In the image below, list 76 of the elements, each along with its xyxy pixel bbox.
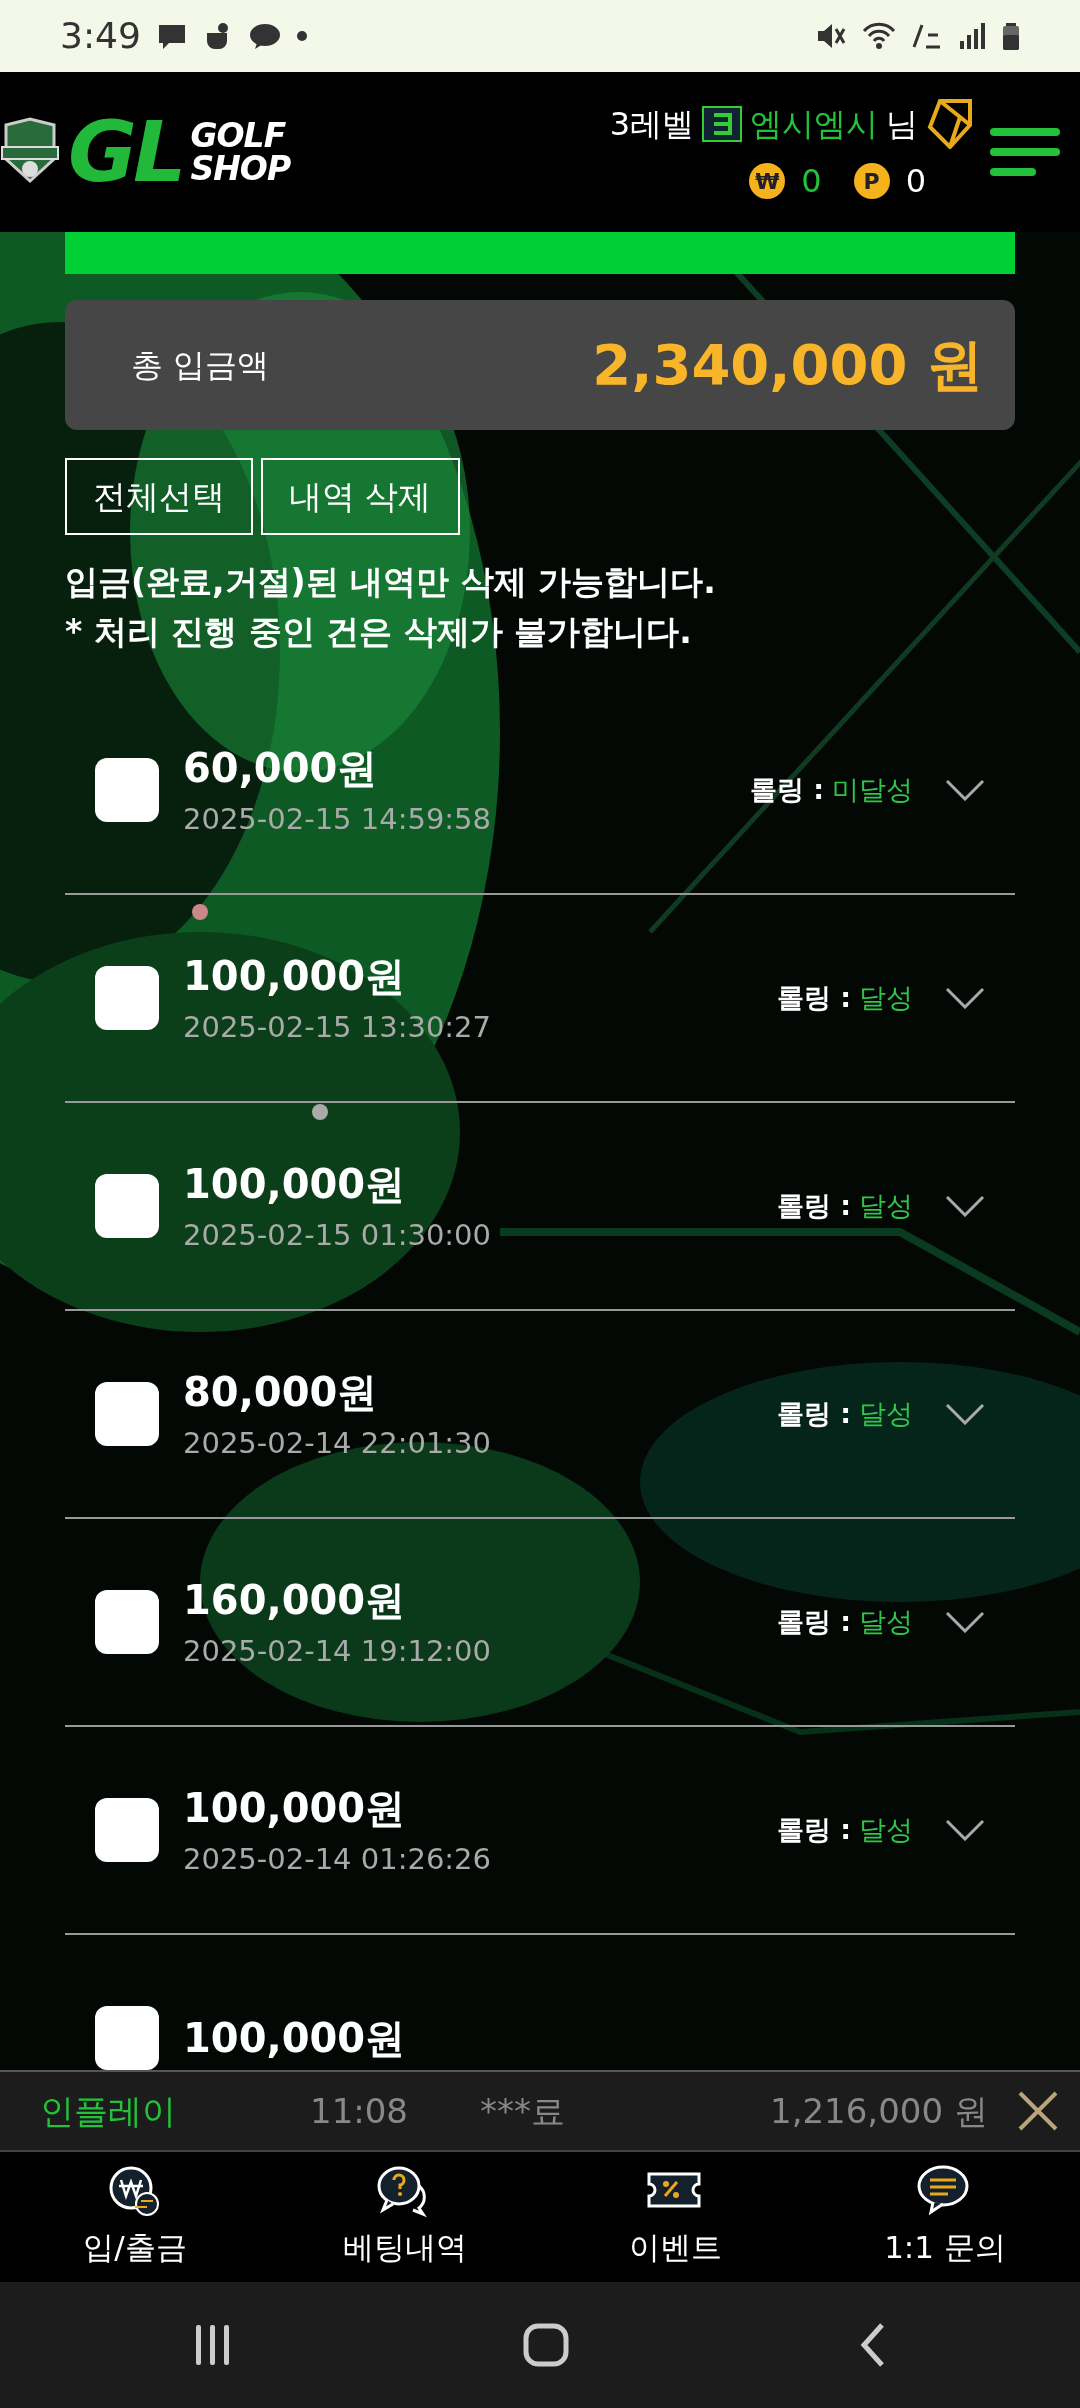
level-text: 3레벨: [609, 104, 694, 145]
checkbox[interactable]: [95, 966, 159, 1030]
action-button[interactable]: 전체선택: [65, 458, 253, 535]
deposit-amount: 100,000원: [183, 952, 407, 1002]
notice-text: 입금(완료,거절)된 내역만 삭제 가능합니다.: [65, 561, 717, 603]
nav-tab[interactable]: 1:1 문의: [810, 2163, 1080, 2271]
rolling-label: 롤링 :: [776, 980, 851, 1015]
deposit-amount: 80,000원: [183, 1368, 379, 1418]
chevron-down-icon[interactable]: [945, 779, 985, 801]
ribbon-icon: [926, 99, 974, 149]
signal-icon: [958, 21, 986, 51]
chevron-down-icon[interactable]: [945, 1403, 985, 1425]
deposit-date: 2025-02-14 19:12:00: [183, 1633, 491, 1671]
home-icon[interactable]: [523, 2323, 569, 2367]
recent-apps-icon[interactable]: [193, 2323, 232, 2367]
notice-text: * 처리 진행 중인 건은 삭제가 불가합니다.: [65, 611, 693, 653]
checkbox[interactable]: [95, 1382, 159, 1446]
deposit-date: 2025-02-14 22:01:30: [183, 1425, 491, 1463]
rolling-label: 롤링 :: [776, 1188, 851, 1223]
user-name: ***료: [480, 2089, 566, 2133]
clock-text: 3:49: [60, 14, 141, 58]
checkbox[interactable]: [95, 1590, 159, 1654]
deposit-date: 2025-02-15 14:59:58: [183, 801, 491, 839]
chevron-down-icon[interactable]: [945, 1195, 985, 1217]
win-amount: 1,216,000 원: [770, 2089, 989, 2133]
chevron-down-icon[interactable]: [945, 1611, 985, 1633]
checkbox[interactable]: [95, 1174, 159, 1238]
rolling-status: 미달성: [832, 772, 913, 807]
deposit-date: 2025-02-14 01:26:26: [183, 1841, 491, 1879]
wifi-icon: [862, 21, 896, 51]
menu-icon[interactable]: [990, 128, 1060, 176]
chat-icon: [248, 21, 281, 51]
action-button[interactable]: 내역 삭제: [261, 458, 460, 535]
deposit-amount: 100,000원: [183, 2014, 406, 2063]
coin-symbol: ₩: [749, 163, 786, 199]
logo-text: GL: [68, 110, 183, 194]
rolling-status: 달성: [859, 1188, 913, 1223]
summary-label: 총 입금액: [131, 345, 270, 386]
balance-value: 0: [905, 161, 926, 202]
deposit-date: 2025-02-15 01:30:00: [183, 1217, 491, 1255]
chevron-down-icon[interactable]: [945, 987, 985, 1009]
deposit-date: 2025-02-15 13:30:27: [183, 1009, 491, 1047]
rolling-status: 달성: [859, 1604, 913, 1639]
dot-icon: [296, 31, 307, 41]
rolling-status: 달성: [859, 980, 913, 1015]
summary-amount: 2,340,000 원: [592, 331, 983, 399]
logo-subtitle: GOLF: [190, 119, 287, 152]
deposit-amount: 60,000원: [183, 744, 379, 794]
checkbox[interactable]: [95, 758, 159, 822]
close-icon[interactable]: [1016, 2089, 1060, 2133]
checkbox[interactable]: [95, 1798, 159, 1862]
nav-tab[interactable]: 이벤트: [540, 2163, 810, 2271]
nav-tab[interactable]: 입/출금: [0, 2163, 270, 2271]
deposit-amount: 100,000원: [183, 1784, 407, 1834]
chevron-down-icon[interactable]: [945, 1819, 985, 1841]
nav-tab[interactable]: 베팅내역: [270, 2163, 540, 2271]
rolling-label: 롤링 :: [749, 772, 824, 807]
checkbox[interactable]: [95, 2006, 159, 2070]
mute-icon: [816, 21, 846, 51]
rolling-label: 롤링 :: [776, 1812, 851, 1847]
logo-subtitle: SHOP: [190, 152, 291, 185]
rolling-label: 롤링 :: [776, 1604, 851, 1639]
coin-symbol: P: [853, 163, 890, 199]
battery-icon: [1002, 21, 1020, 51]
deposit-amount: 160,000원: [183, 1576, 407, 1626]
game-type-text: 인플레이: [40, 2089, 177, 2133]
level-icon: [702, 106, 742, 142]
nickname-text: 엠시엠시: [750, 104, 878, 145]
match-time: 11:08: [310, 2089, 409, 2133]
deposit-amount: 100,000원: [183, 1160, 407, 1210]
rolling-status: 달성: [859, 1812, 913, 1847]
rolling-label: 롤링 :: [776, 1396, 851, 1431]
balance-value: 0: [801, 161, 822, 202]
honorific-text: 님: [886, 104, 918, 145]
rolling-status: 달성: [859, 1396, 913, 1431]
back-icon[interactable]: [860, 2323, 887, 2367]
